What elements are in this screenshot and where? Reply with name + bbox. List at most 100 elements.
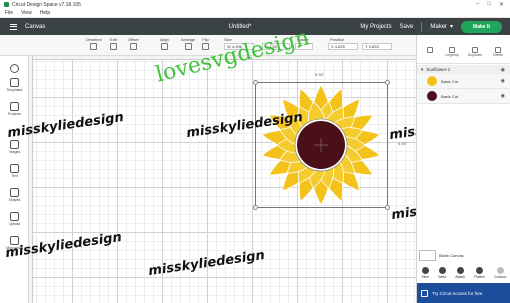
offset-label: Offset	[128, 37, 139, 42]
minimize-button[interactable]: –	[476, 1, 479, 8]
sidebar-item-text[interactable]: Text	[0, 164, 29, 178]
machine-select[interactable]: Maker ▾	[430, 23, 454, 31]
deselect-tool[interactable]: Deselect	[86, 37, 102, 50]
chevron-down-icon[interactable]: ▾	[421, 67, 423, 73]
shapes-icon	[10, 188, 19, 197]
arrange-tool[interactable]: Arrange	[181, 37, 195, 50]
sidebar-item-templates[interactable]: Templates	[0, 78, 29, 92]
y-position-field[interactable]: Y 0.833	[362, 43, 392, 50]
sidebar-label-upload: Upload	[8, 222, 21, 226]
x-position-field[interactable]: X 4.625	[328, 43, 358, 50]
sidebar-item-projects[interactable]: Projects	[0, 102, 29, 116]
offset-icon	[129, 43, 137, 50]
group-tool[interactable]	[419, 46, 441, 53]
offset-tool[interactable]: Offset	[128, 37, 139, 50]
position-label: Position	[330, 37, 345, 42]
sidebar-item-images[interactable]: Images	[0, 140, 29, 154]
sidebar-item-new[interactable]	[0, 64, 29, 74]
upload-icon	[10, 212, 19, 221]
align-icon	[160, 43, 168, 50]
sidebar-label-templates: Templates	[6, 88, 23, 92]
contour-button[interactable]: Contour	[494, 265, 506, 281]
delete-label: Delete	[492, 53, 504, 57]
header-divider	[421, 21, 423, 32]
projects-icon	[10, 102, 19, 111]
duplicate-tool[interactable]: Duplicate	[464, 46, 486, 57]
menu-help[interactable]: Help	[40, 10, 50, 16]
width-dimension-label: 5.33"	[315, 72, 325, 77]
layer-group-name: Sunflower-1	[426, 67, 451, 72]
attach-button[interactable]: Attach	[455, 265, 465, 281]
close-window-button[interactable]: ✕	[499, 1, 504, 8]
app-header: Canvas Untitled* My Projects Save Maker …	[0, 18, 510, 35]
scissors-icon	[110, 43, 117, 50]
blank-canvas-row[interactable]: Blank Canvas	[419, 250, 464, 261]
resize-handle-bottom-left[interactable]	[253, 205, 258, 210]
blank-canvas-label: Blank Canvas	[439, 253, 464, 258]
slice-button[interactable]: Slice	[421, 265, 429, 281]
maximize-button[interactable]: □	[487, 1, 491, 8]
layer-row[interactable]: Basic Cut ◉	[417, 74, 510, 89]
contour-icon	[496, 267, 504, 274]
align-tool[interactable]: Align	[160, 37, 169, 50]
menu-view[interactable]: View	[21, 10, 32, 16]
menu-file[interactable]: File	[5, 10, 13, 16]
layer-row[interactable]: Basic Cut ◉	[417, 89, 510, 104]
canvas-title: Canvas	[25, 23, 46, 30]
deselect-icon	[90, 43, 98, 50]
edit-tool[interactable]: Edit	[110, 37, 117, 50]
group-icon	[427, 47, 433, 53]
design-canvas[interactable]: 5.33" 4.93" lovesvgdesign misskyliedesig…	[5, 25, 509, 303]
shirt-icon	[10, 78, 19, 87]
access-banner-text: Try Cricut Access for free	[432, 290, 483, 296]
layer-actions: Slice Weld Attach Flatten Contour	[417, 265, 510, 281]
cricut-access-banner[interactable]: Try Cricut Access for free	[417, 283, 510, 303]
plus-icon	[10, 64, 19, 73]
watermark-center-bottom: misskyliedesign	[147, 247, 266, 280]
resize-handle-top-right[interactable]	[385, 80, 390, 85]
eye-icon[interactable]: ◉	[501, 78, 505, 84]
x-value: 4.625	[334, 44, 345, 49]
layers-panel: Ungroup Duplicate Delete ▾ Sunflower-1 ◉…	[416, 35, 510, 303]
y-value: 0.833	[368, 44, 379, 49]
window-titlebar: Cricut Design Space v7.18.105 – □ ✕	[0, 0, 510, 9]
ungroup-tool[interactable]: Ungroup	[441, 46, 463, 57]
flip-label: Flip	[202, 37, 209, 42]
flatten-button[interactable]: Flatten	[474, 265, 485, 281]
cricut-app-icon	[4, 2, 9, 7]
hamburger-menu-icon[interactable]	[10, 22, 17, 31]
save-button[interactable]: Save	[400, 24, 414, 30]
menu-bar: File View Help	[0, 9, 510, 18]
selection-box[interactable]	[253, 80, 390, 210]
resize-handle-bottom-right[interactable]	[385, 205, 390, 210]
eye-icon[interactable]: ◉	[501, 93, 505, 99]
document-title: Untitled*	[228, 23, 252, 30]
machine-label: Maker	[430, 23, 448, 30]
layer-swatch-yellow	[427, 76, 437, 86]
delete-tool[interactable]: Delete	[487, 46, 509, 57]
sidebar-label-shapes: Shapes	[8, 198, 21, 202]
contour-label: Contour	[494, 275, 507, 279]
flip-tool[interactable]: Flip	[202, 37, 209, 50]
resize-handle-top-left[interactable]	[253, 80, 258, 85]
flatten-icon	[476, 267, 484, 274]
sidebar-item-upload[interactable]: Upload	[0, 212, 29, 226]
layer-swatch-maroon	[427, 91, 437, 101]
layer-group-row[interactable]: ▾ Sunflower-1 ◉	[417, 65, 510, 74]
my-projects-link[interactable]: My Projects	[360, 24, 391, 30]
make-it-button[interactable]: Make It	[461, 20, 502, 33]
arrange-label: Arrange	[181, 37, 196, 42]
sidebar-item-shapes[interactable]: Shapes	[0, 188, 29, 202]
duplicate-label: Duplicate	[467, 53, 483, 57]
layer-tools: Ungroup Duplicate Delete	[417, 45, 510, 64]
blank-canvas-swatch	[419, 250, 436, 261]
weld-label: Weld	[438, 275, 447, 279]
design-panel: Templates Projects Images Text Shapes Up…	[0, 56, 29, 303]
arrange-icon	[184, 43, 192, 50]
sidebar-label-text: Text	[11, 174, 18, 178]
eye-icon[interactable]: ◉	[501, 67, 505, 73]
slice-icon	[421, 267, 429, 274]
weld-button[interactable]: Weld	[438, 265, 446, 281]
chevron-down-icon: ▾	[450, 24, 454, 30]
ungroup-label: Ungroup	[445, 53, 459, 57]
